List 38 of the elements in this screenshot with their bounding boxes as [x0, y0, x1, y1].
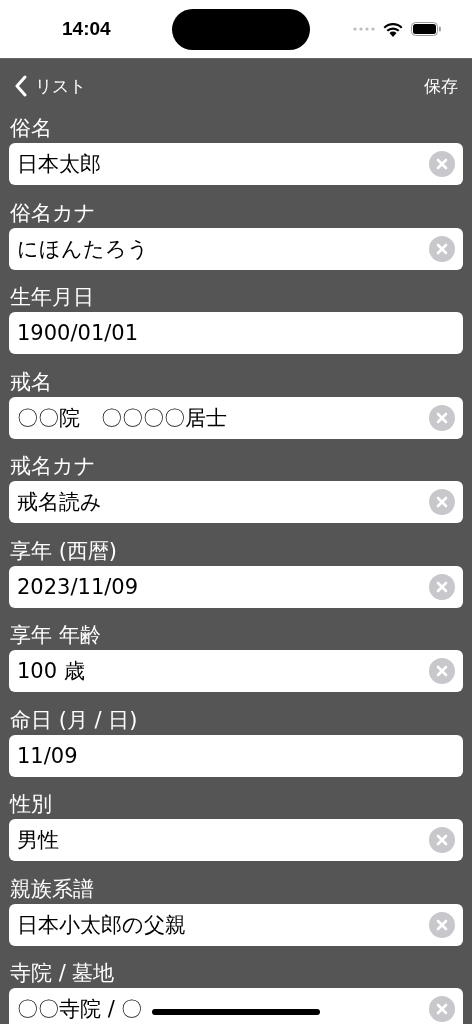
field-label: 戒名カナ — [9, 453, 97, 480]
field-label: 享年 年齢 — [9, 622, 102, 649]
field-label: 戒名 — [9, 368, 53, 396]
chevron-left-icon — [14, 75, 27, 97]
field-label: 俗名 — [9, 115, 53, 142]
text-field[interactable]: 〇〇院 〇〇〇〇居士 — [9, 396, 463, 439]
text-field[interactable]: 男性 — [9, 819, 463, 861]
clear-icon[interactable] — [429, 658, 455, 684]
clear-icon[interactable] — [429, 573, 455, 600]
text-field[interactable]: 2023/11/09 — [9, 565, 463, 608]
text-field[interactable]: 11/09 — [9, 734, 463, 777]
field-label: 享年 (西暦) — [9, 537, 119, 565]
text-field[interactable]: 〇〇寺院 / 〇 — [9, 988, 463, 1024]
field-label: 親族系譜 — [9, 875, 95, 903]
text-field[interactable]: 100 歳 — [9, 650, 463, 692]
signal-icon — [353, 27, 375, 31]
save-button[interactable]: 保存 — [424, 74, 458, 98]
field-label: 寺院 / 墓地 — [9, 960, 116, 987]
field-label: 性別 — [9, 791, 53, 818]
text-field[interactable]: 日本小太郎の父親 — [9, 903, 463, 946]
status-time: 14:04 — [62, 18, 111, 40]
text-field[interactable]: にほんたろう — [9, 227, 463, 270]
text-field[interactable]: 日本太郎 — [9, 143, 463, 185]
text-field[interactable]: 1900/01/01 — [9, 312, 463, 354]
wifi-icon — [383, 21, 403, 37]
field-label: 命日 (月 / 日) — [9, 706, 139, 734]
back-button[interactable]: リスト — [14, 74, 86, 98]
field-label: 生年月日 — [9, 284, 95, 311]
clear-icon[interactable] — [429, 404, 455, 431]
clear-icon[interactable] — [429, 911, 455, 938]
field-label: 俗名カナ — [9, 199, 97, 227]
clear-icon[interactable] — [429, 235, 455, 262]
battery-icon — [411, 22, 441, 36]
clear-icon[interactable] — [429, 996, 455, 1022]
clear-icon[interactable] — [429, 827, 455, 853]
clear-icon[interactable] — [429, 151, 455, 177]
text-field[interactable]: 戒名読み — [9, 481, 463, 523]
clear-icon[interactable] — [429, 489, 455, 515]
